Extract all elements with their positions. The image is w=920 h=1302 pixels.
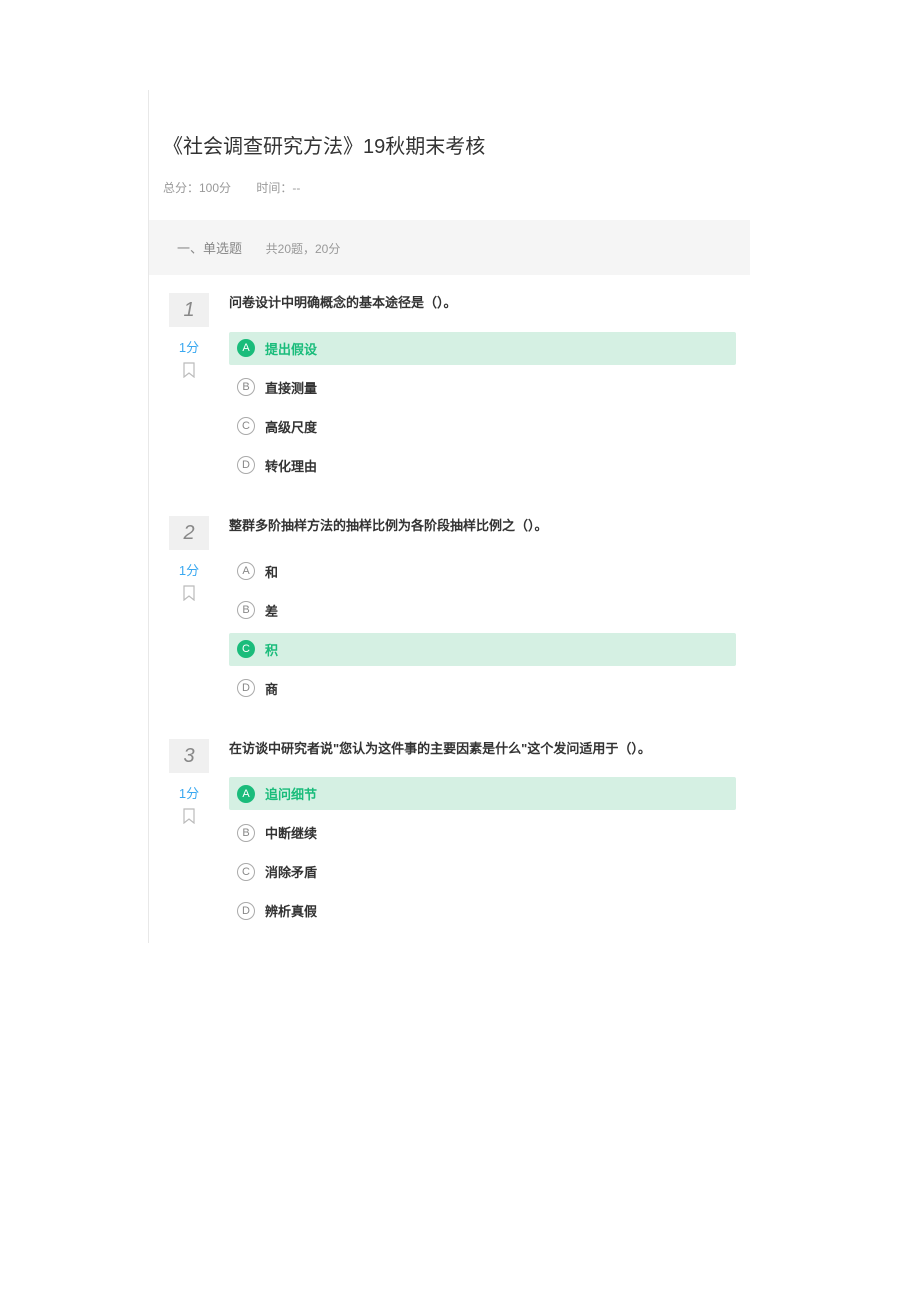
question-score: 1分 bbox=[163, 560, 215, 579]
option-letter: A bbox=[237, 785, 255, 803]
option-text: 消除矛盾 bbox=[265, 862, 317, 881]
question-side: 2 1分 bbox=[163, 516, 215, 711]
question-block: 2 1分 整群多阶抽样方法的抽样比例为各阶段抽样比例之（）。 A和 B差 C积 D商 bbox=[149, 498, 750, 721]
question-main: 问卷设计中明确概念的基本途径是（）。 A 提出假设 B 直接测量 C 高级尺度 D 转化理由 bbox=[215, 293, 736, 488]
answer-option[interactable]: B差 bbox=[229, 594, 736, 627]
exam-title: 《社会调查研究方法》19秋期末考核 bbox=[163, 130, 750, 159]
question-text: 问卷设计中明确概念的基本途径是（）。 bbox=[229, 293, 736, 314]
question-side: 1 1分 bbox=[163, 293, 215, 488]
section-title: 一、单选题 bbox=[177, 241, 242, 256]
time-label: 时间：-- bbox=[256, 181, 300, 195]
option-letter: C bbox=[237, 417, 255, 435]
question-side: 3 1分 bbox=[163, 739, 215, 934]
option-letter: C bbox=[237, 863, 255, 881]
answer-option[interactable]: D 辨析真假 bbox=[229, 894, 736, 927]
option-text: 高级尺度 bbox=[265, 417, 317, 436]
option-text: 积 bbox=[265, 640, 278, 659]
question-text: 在访谈中研究者说"您认为这件事的主要因素是什么"这个发问适用于（）。 bbox=[229, 739, 736, 760]
option-text: 和 bbox=[265, 562, 278, 581]
bookmark-icon[interactable] bbox=[163, 585, 215, 604]
bookmark-icon[interactable] bbox=[163, 808, 215, 827]
question-main: 整群多阶抽样方法的抽样比例为各阶段抽样比例之（）。 A和 B差 C积 D商 bbox=[215, 516, 736, 711]
answer-option[interactable]: C 消除矛盾 bbox=[229, 855, 736, 888]
exam-container: 《社会调查研究方法》19秋期末考核 总分：100分 时间：-- 一、单选题 共2… bbox=[148, 90, 750, 943]
option-text: 直接测量 bbox=[265, 378, 317, 397]
answer-option[interactable]: C 高级尺度 bbox=[229, 410, 736, 443]
option-letter: B bbox=[237, 378, 255, 396]
option-letter: A bbox=[237, 562, 255, 580]
answer-option[interactable]: A 追问细节 bbox=[229, 777, 736, 810]
answer-option[interactable]: A 提出假设 bbox=[229, 332, 736, 365]
option-text: 辨析真假 bbox=[265, 901, 317, 920]
question-number: 3 bbox=[169, 739, 209, 773]
option-text: 提出假设 bbox=[265, 339, 317, 358]
bookmark-icon[interactable] bbox=[163, 362, 215, 381]
answer-option[interactable]: B 中断继续 bbox=[229, 816, 736, 849]
option-letter: D bbox=[237, 456, 255, 474]
option-text: 追问细节 bbox=[265, 784, 317, 803]
question-number: 2 bbox=[169, 516, 209, 550]
option-text: 中断继续 bbox=[265, 823, 317, 842]
question-block: 1 1分 问卷设计中明确概念的基本途径是（）。 A 提出假设 B 直接测量 C 高级尺度 D 转化理… bbox=[149, 275, 750, 498]
option-letter: C bbox=[237, 640, 255, 658]
question-main: 在访谈中研究者说"您认为这件事的主要因素是什么"这个发问适用于（）。 A 追问细节 B… bbox=[215, 739, 736, 934]
question-score: 1分 bbox=[163, 783, 215, 802]
question-number: 1 bbox=[169, 293, 209, 327]
answer-option[interactable]: C积 bbox=[229, 633, 736, 666]
questions-list: 1 1分 问卷设计中明确概念的基本途径是（）。 A 提出假设 B 直接测量 C 高级尺度 D 转化理… bbox=[149, 275, 750, 943]
exam-meta: 总分：100分 时间：-- bbox=[163, 179, 750, 196]
option-text: 转化理由 bbox=[265, 456, 317, 475]
total-score-label: 总分：100分 bbox=[163, 181, 231, 195]
option-letter: D bbox=[237, 902, 255, 920]
section-info: 共20题，20分 bbox=[266, 242, 341, 256]
option-letter: B bbox=[237, 824, 255, 842]
question-block: 3 1分 在访谈中研究者说"您认为这件事的主要因素是什么"这个发问适用于（）。 A 追问… bbox=[149, 721, 750, 944]
section-header: 一、单选题 共20题，20分 bbox=[149, 220, 750, 275]
exam-header: 《社会调查研究方法》19秋期末考核 总分：100分 时间：-- bbox=[149, 90, 750, 196]
option-text: 商 bbox=[265, 679, 278, 698]
question-score: 1分 bbox=[163, 337, 215, 356]
question-text: 整群多阶抽样方法的抽样比例为各阶段抽样比例之（）。 bbox=[229, 516, 736, 537]
option-letter: D bbox=[237, 679, 255, 697]
option-letter: B bbox=[237, 601, 255, 619]
answer-option[interactable]: B 直接测量 bbox=[229, 371, 736, 404]
option-letter: A bbox=[237, 339, 255, 357]
answer-option[interactable]: A和 bbox=[229, 555, 736, 588]
option-text: 差 bbox=[265, 601, 278, 620]
answer-option[interactable]: D 转化理由 bbox=[229, 449, 736, 482]
answer-option[interactable]: D商 bbox=[229, 672, 736, 705]
